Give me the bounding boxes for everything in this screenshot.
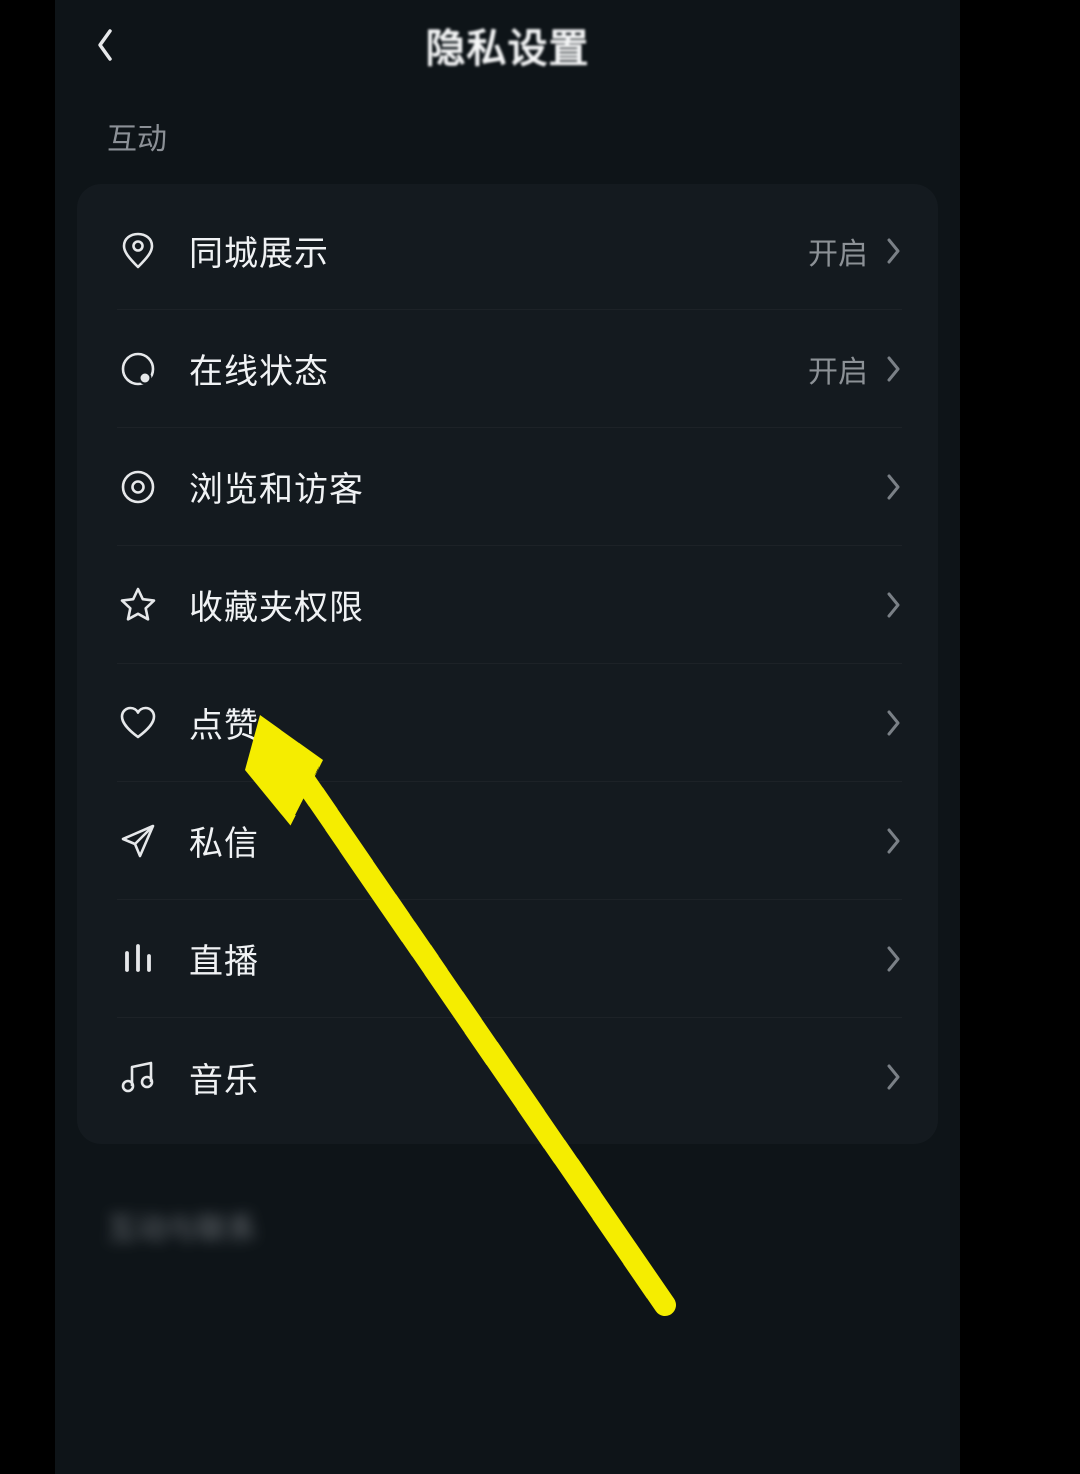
chevron-left-icon [95, 28, 115, 62]
row-local-display[interactable]: 同城展示 开启 [77, 192, 938, 310]
music-icon [117, 1056, 159, 1098]
back-button[interactable] [83, 23, 127, 67]
header: 隐私设置 [55, 0, 960, 90]
chevron-right-icon [886, 591, 902, 619]
row-favorites[interactable]: 收藏夹权限 [77, 546, 938, 664]
chevron-right-icon [886, 473, 902, 501]
chevron-right-icon [886, 827, 902, 855]
row-label: 同城展示 [189, 226, 808, 275]
section-label-blurred: 互动与联系 [55, 1174, 960, 1260]
heart-icon [117, 702, 159, 744]
row-messages[interactable]: 私信 [77, 782, 938, 900]
chevron-right-icon [886, 945, 902, 973]
row-visitors[interactable]: 浏览和访客 [77, 428, 938, 546]
row-label: 私信 [189, 816, 886, 865]
screen: 隐私设置 互动 同城展示 开启 [55, 0, 960, 1474]
send-icon [117, 820, 159, 862]
status-icon [117, 348, 159, 390]
row-label: 点赞 [189, 698, 886, 747]
chevron-right-icon [886, 709, 902, 737]
row-likes[interactable]: 点赞 [77, 664, 938, 782]
pin-icon [117, 230, 159, 272]
settings-card: 同城展示 开启 在线状态 开启 [77, 184, 938, 1144]
row-value: 开启 [808, 229, 868, 273]
row-value: 开启 [808, 347, 868, 391]
row-live[interactable]: 直播 [77, 900, 938, 1018]
row-online-status[interactable]: 在线状态 开启 [77, 310, 938, 428]
chevron-right-icon [886, 237, 902, 265]
page-title: 隐私设置 [426, 16, 590, 74]
row-label: 在线状态 [189, 344, 808, 393]
eye-icon [117, 466, 159, 508]
row-music[interactable]: 音乐 [77, 1018, 938, 1136]
chevron-right-icon [886, 355, 902, 383]
section-label-interaction: 互动 [55, 90, 960, 176]
bars-icon [117, 938, 159, 980]
row-label: 收藏夹权限 [189, 580, 886, 629]
row-label: 直播 [189, 934, 886, 983]
chevron-right-icon [886, 1063, 902, 1091]
star-icon [117, 584, 159, 626]
row-label: 音乐 [189, 1053, 886, 1102]
row-label: 浏览和访客 [189, 462, 886, 511]
